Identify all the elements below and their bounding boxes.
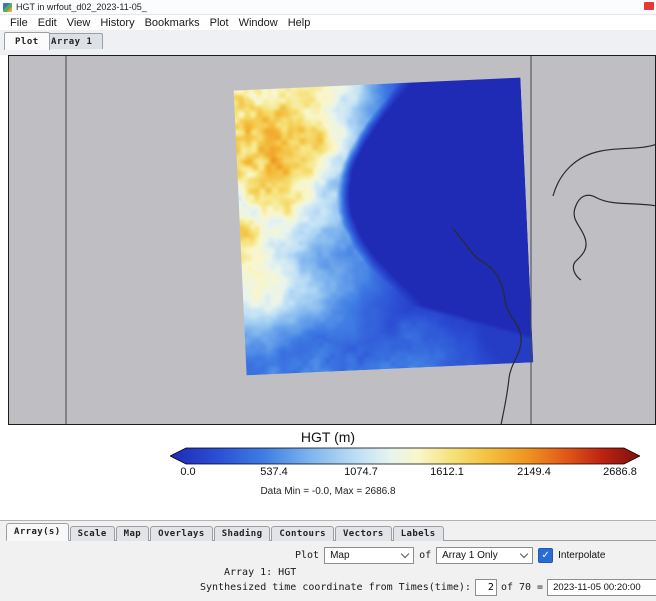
- window-titlebar: HGT in wrfout_d02_2023-11-05_: [0, 0, 656, 15]
- menu-view[interactable]: View: [62, 17, 96, 29]
- array-scope-value: Array 1 Only: [442, 550, 498, 561]
- control-tabs: Array(s) Scale Map Overlays Shading Cont…: [6, 523, 656, 541]
- control-panel: Array(s) Scale Map Overlays Shading Cont…: [0, 520, 656, 601]
- app-icon: [3, 3, 12, 12]
- app-window: HGT in wrfout_d02_2023-11-05_ File Edit …: [0, 0, 656, 600]
- tab-plot[interactable]: Plot: [4, 32, 50, 50]
- time-value: 2023-11-05 00:20:00: [553, 582, 641, 593]
- check-icon: ✓: [541, 551, 549, 561]
- colorbar-tick-4: 2149.4: [517, 466, 551, 478]
- colorbar-zone: HGT (m) 0.0 537.4 1074.7 1612.1 2149.4 2…: [0, 425, 656, 520]
- document-tabstrip: Plot Array 1: [0, 30, 656, 55]
- coastline-north: [553, 144, 655, 196]
- time-label: Synthesized time coordinate from Times(t…: [200, 582, 471, 593]
- menu-plot[interactable]: Plot: [205, 17, 234, 29]
- colorbar-tick-5: 2686.8: [603, 466, 637, 478]
- panel-tab-vectors[interactable]: Vectors: [335, 526, 392, 541]
- array-scope-select[interactable]: Array 1 Only: [436, 547, 533, 564]
- chevron-down-icon: [401, 550, 409, 558]
- time-index-input[interactable]: [475, 579, 497, 596]
- colorbar-ticks: 0.0 537.4 1074.7 1612.1 2149.4 2686.8: [0, 466, 656, 479]
- panel-tab-shading[interactable]: Shading: [214, 526, 271, 541]
- data-min-max-note: Data Min = -0.0, Max = 2686.8: [0, 486, 656, 497]
- menu-window[interactable]: Window: [234, 17, 283, 29]
- menu-help[interactable]: Help: [283, 17, 316, 29]
- colorbar-title: HGT (m): [0, 429, 656, 445]
- menubar: File Edit View History Bookmarks Plot Wi…: [0, 15, 656, 30]
- map-overlay: [9, 56, 655, 424]
- panel-tab-contours[interactable]: Contours: [271, 526, 334, 541]
- colorbar-tick-2: 1074.7: [344, 466, 378, 478]
- colorbar: [170, 447, 640, 465]
- colorbar-tick-1: 537.4: [260, 466, 288, 478]
- menu-file[interactable]: File: [5, 17, 33, 29]
- interpolate-label: Interpolate: [558, 550, 605, 561]
- menu-edit[interactable]: Edit: [33, 17, 62, 29]
- panel-tab-map[interactable]: Map: [116, 526, 149, 541]
- panel-tab-arrays[interactable]: Array(s): [6, 523, 69, 541]
- time-total-label: of 70 =: [501, 582, 543, 593]
- interpolate-checkbox[interactable]: ✓: [538, 548, 553, 563]
- window-title: HGT in wrfout_d02_2023-11-05_: [16, 2, 147, 12]
- plot-settings-row: Plot Map of Array 1 Only ✓ Interpolate: [295, 547, 605, 564]
- map-plot-panel: [8, 55, 656, 425]
- panel-tab-labels[interactable]: Labels: [393, 526, 444, 541]
- plot-type-label: Plot: [295, 550, 319, 561]
- panel-tab-scale[interactable]: Scale: [70, 526, 115, 541]
- time-coordinate-row: Synthesized time coordinate from Times(t…: [200, 579, 656, 596]
- coastline-west: [453, 229, 521, 424]
- colorbar-tick-3: 1612.1: [430, 466, 464, 478]
- panel-tab-overlays[interactable]: Overlays: [150, 526, 213, 541]
- array-info: Array 1: HGT: [224, 567, 296, 578]
- chevron-down-icon: [520, 550, 528, 558]
- colorbar-tick-0: 0.0: [180, 466, 195, 478]
- coastline-peninsula: [573, 195, 655, 280]
- of-label: of: [419, 550, 431, 561]
- close-button[interactable]: [644, 2, 654, 10]
- plot-type-value: Map: [330, 550, 349, 561]
- plot-type-select[interactable]: Map: [324, 547, 414, 564]
- array-info-row: Array 1: HGT: [224, 567, 296, 578]
- menu-bookmarks[interactable]: Bookmarks: [140, 17, 205, 29]
- menu-history[interactable]: History: [95, 17, 139, 29]
- time-select[interactable]: 2023-11-05 00:20:00: [547, 579, 656, 596]
- colorbar-ramp: [170, 448, 640, 464]
